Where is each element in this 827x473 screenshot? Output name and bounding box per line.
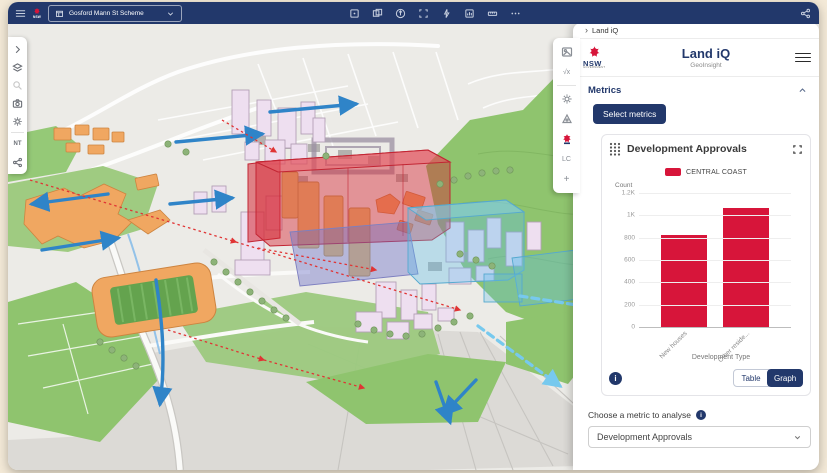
y-axis-title: Count (615, 182, 633, 189)
orientation-icon[interactable] (394, 7, 406, 19)
drag-handle-icon[interactable] (609, 142, 621, 156)
graph-view-button[interactable]: Graph (767, 369, 803, 387)
bar-chart: 1.2K 1K 800 600 400 200 0 (622, 190, 791, 331)
metrics-section-header: Metrics (573, 77, 819, 100)
nsw-logo-text: NSW (32, 14, 42, 19)
basemap-layers-icon[interactable] (371, 7, 383, 19)
gridline (639, 215, 791, 217)
nt-tool-button[interactable]: NT (8, 135, 27, 153)
measure-icon[interactable] (486, 7, 498, 19)
top-navigation-bar: NSW Gosford Mann St Scheme (8, 2, 819, 24)
search-icon[interactable] (8, 76, 27, 94)
chevron-down-icon (794, 435, 801, 439)
panel-subtitle: GeoInsight (690, 62, 722, 69)
landiq-panel: › Land iQ NSW GOVERNMENT Land iQ GeoInsi… (573, 23, 819, 470)
frame-icon[interactable] (348, 7, 360, 19)
category-label: New houses (658, 330, 689, 361)
y-tick-label: 400 (624, 278, 635, 286)
breadcrumb: › Land iQ (573, 23, 819, 39)
layer-control-widget-icon[interactable]: LC (553, 149, 580, 169)
panel-menu-icon[interactable] (795, 50, 811, 64)
nsw-government-logo: NSW GOVERNMENT (583, 45, 617, 70)
scheme-icon (56, 10, 63, 17)
widget-toolbar: √x LC + (553, 38, 580, 193)
bar (661, 235, 707, 327)
chart-legend: CENTRAL COAST (609, 168, 803, 176)
chevron-down-icon (167, 11, 174, 16)
info-icon[interactable]: i (609, 371, 622, 385)
nt-tool-label: NT (13, 141, 22, 147)
y-tick-label: 1.2K (621, 189, 635, 197)
metric-card: Development Approvals CENTRAL COAST Coun… (601, 134, 811, 396)
y-tick-label: 200 (624, 301, 635, 309)
metric-chooser-row: Choose a metric to analyse i (588, 410, 811, 420)
panel-header: NSW GOVERNMENT Land iQ GeoInsight (573, 39, 819, 77)
prism-widget-icon[interactable] (553, 109, 580, 129)
layer-control-label: LC (562, 155, 571, 163)
share-nodes-icon[interactable] (8, 153, 27, 171)
run-icon[interactable] (440, 7, 452, 19)
category-label: Other reside... (716, 330, 751, 365)
select-metrics-button[interactable]: Select metrics (593, 104, 667, 124)
report-icon[interactable] (463, 7, 475, 19)
gridline (639, 282, 791, 284)
app-window: NSW Gosford Mann St Scheme NT √x LC + › … (8, 2, 819, 470)
function-widget-label: √x (562, 68, 571, 76)
metric-card-title: Development Approvals (627, 143, 747, 155)
settings-gear-icon[interactable] (8, 112, 27, 130)
more-options-icon[interactable] (509, 7, 521, 19)
landiq-widget-icon[interactable] (553, 129, 580, 149)
gridline (639, 237, 791, 239)
layers-icon[interactable] (8, 58, 27, 76)
scheme-selector[interactable]: Gosford Mann St Scheme (48, 4, 182, 22)
collapse-chevron-icon[interactable] (798, 86, 807, 95)
metric-dropdown[interactable]: Development Approvals (588, 426, 811, 448)
y-tick-label: 0 (631, 323, 635, 331)
toolbar-divider (11, 132, 24, 133)
y-tick-label: 1K (627, 211, 635, 219)
legend-label: CENTRAL COAST (685, 168, 748, 176)
view-toggle: Table Graph (733, 369, 803, 387)
gridline (639, 193, 791, 194)
metric-dropdown-value: Development Approvals (597, 432, 693, 442)
nsw-logo-subtext: GOVERNMENT (583, 66, 606, 70)
waratah-icon (589, 46, 600, 57)
camera-icon[interactable] (8, 94, 27, 112)
add-widget-label: + (563, 173, 570, 185)
menu-icon[interactable] (14, 7, 26, 19)
bar (723, 208, 769, 327)
gridline (639, 304, 791, 306)
info-icon[interactable]: i (696, 410, 706, 420)
brightness-widget-icon[interactable] (553, 89, 580, 109)
metrics-section-label: Metrics (588, 85, 622, 96)
y-tick-label: 600 (624, 256, 635, 264)
fullscreen-icon[interactable] (792, 144, 803, 155)
function-widget-icon[interactable]: √x (553, 62, 580, 82)
add-widget-icon[interactable]: + (553, 169, 580, 189)
panel-title: Land iQ (681, 46, 731, 61)
nsw-logo-topbar: NSW (32, 7, 42, 19)
table-view-button[interactable]: Table (733, 369, 769, 387)
map-tools-toolbar: NT (8, 37, 27, 174)
extent-icon[interactable] (417, 7, 429, 19)
scene-widget-icon[interactable] (553, 42, 580, 62)
category-labels: New houses Other reside... (639, 327, 791, 365)
toolbar-divider (557, 85, 576, 86)
metric-chooser-label: Choose a metric to analyse (588, 410, 691, 420)
legend-swatch (664, 168, 681, 176)
y-tick-label: 800 (624, 234, 635, 242)
expand-panel-icon[interactable] (8, 40, 27, 58)
gridline (639, 260, 791, 261)
scheme-selector-label: Gosford Mann St Scheme (69, 9, 144, 17)
share-icon[interactable] (799, 7, 811, 19)
breadcrumb-chevron-icon[interactable]: › (585, 26, 588, 35)
breadcrumb-label[interactable]: Land iQ (592, 26, 618, 35)
